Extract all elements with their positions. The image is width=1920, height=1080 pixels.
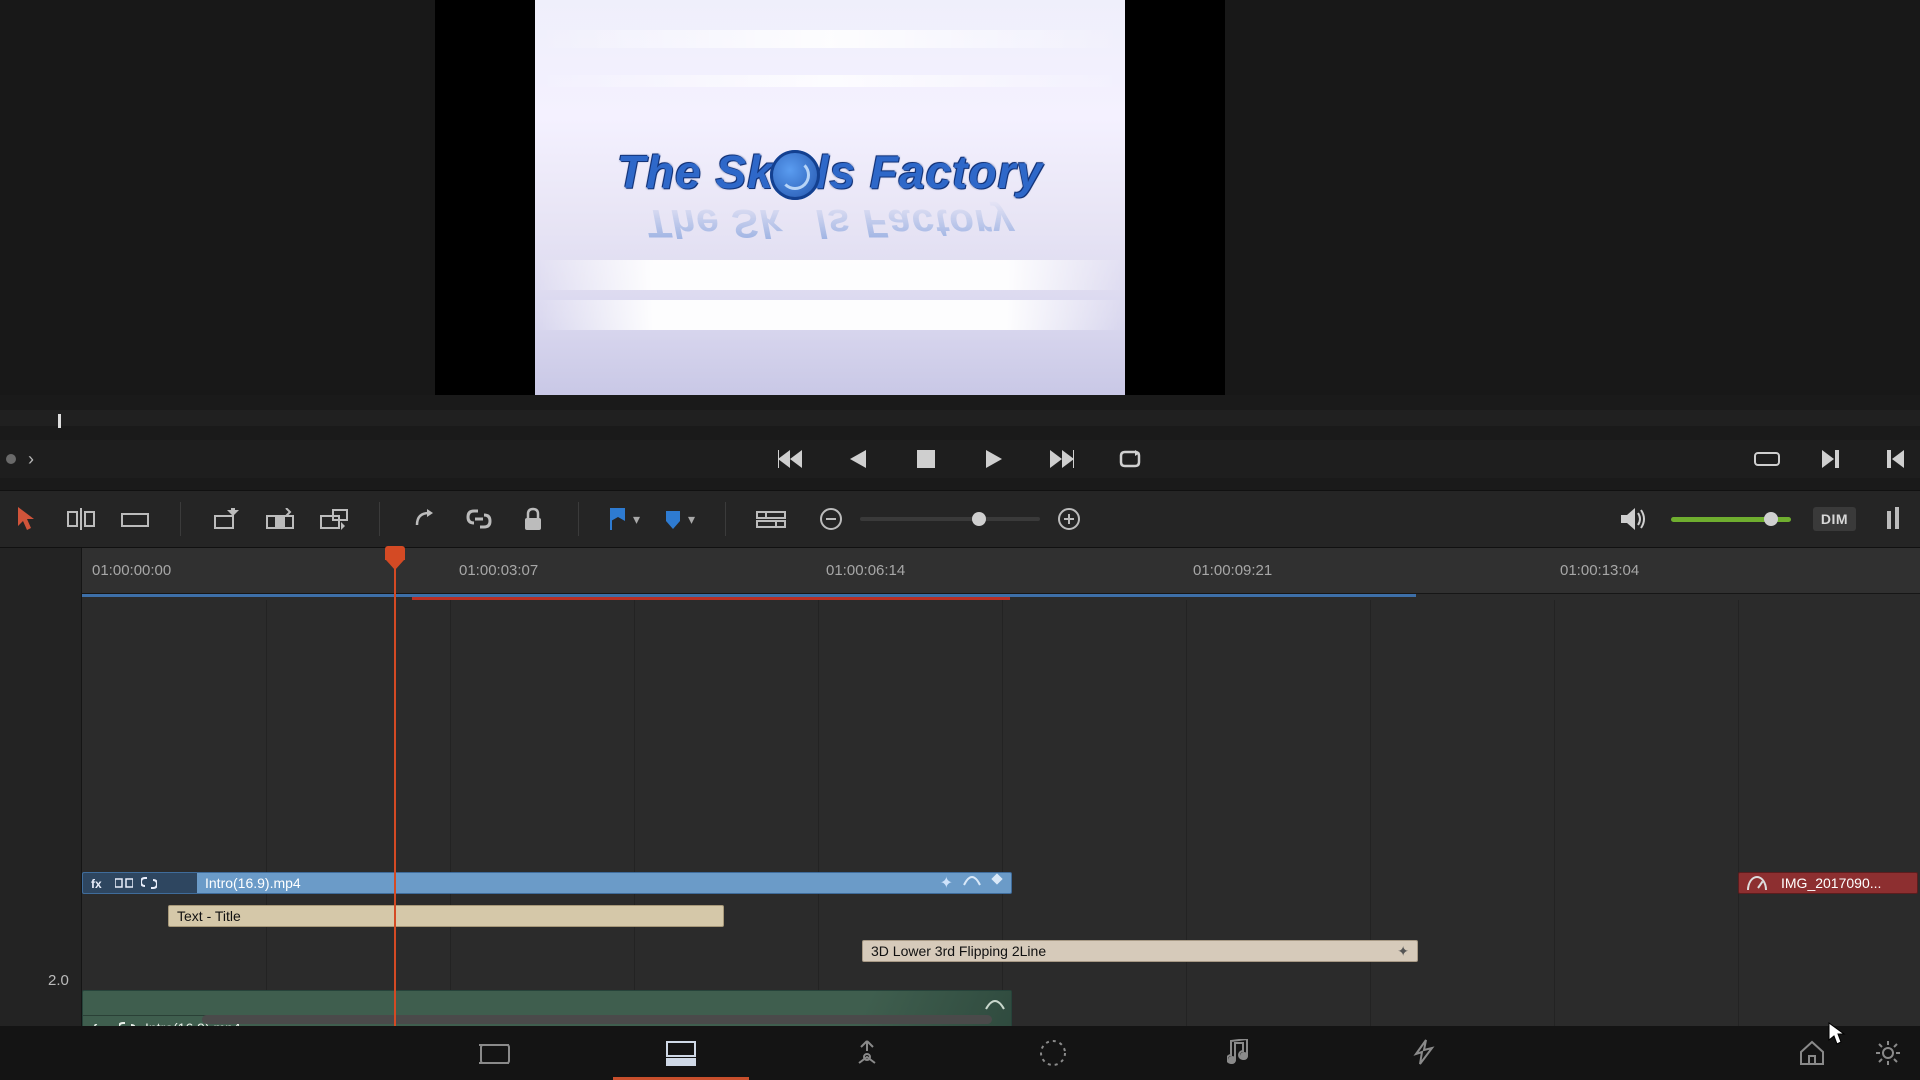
keyframe-icon [991, 873, 1003, 885]
play-button[interactable] [979, 444, 1009, 474]
playhead[interactable] [394, 548, 396, 1026]
selection-tool-icon[interactable] [12, 504, 42, 534]
svg-text:fx: fx [91, 877, 102, 890]
ruler-timecode: 01:00:06:14 [826, 562, 905, 579]
speaker-icon[interactable] [1619, 504, 1649, 534]
volume-slider[interactable] [1671, 517, 1791, 522]
prev-clip-button[interactable] [1880, 444, 1910, 474]
preview-logo: The Sk ls Factory [535, 145, 1125, 200]
stop-button[interactable] [911, 444, 941, 474]
dim-button[interactable]: DIM [1813, 507, 1856, 531]
fade-curve-icon[interactable] [985, 997, 1005, 1016]
media-page-icon[interactable] [477, 1035, 513, 1071]
mini-scrubber[interactable] [0, 410, 1920, 426]
marker-picker[interactable]: ▾ [664, 509, 695, 529]
logo-orb-icon [770, 150, 820, 200]
clip-label: 3D Lower 3rd Flipping 2Line [863, 943, 1046, 959]
link-icon[interactable] [464, 504, 494, 534]
zoom-in-icon[interactable] [1054, 504, 1084, 534]
timeline-view-icon[interactable] [756, 504, 786, 534]
curve-icon [963, 873, 981, 887]
clip-controls[interactable]: fx [83, 873, 197, 893]
edit-toolbar: ▾ ▾ DIM [0, 490, 1920, 548]
video-clip[interactable]: fx Intro(16.9).mp4 ✦ [82, 872, 1012, 894]
ruler-timecode: 01:00:13:04 [1560, 562, 1639, 579]
zoom-control[interactable] [816, 504, 1084, 534]
flag-icon [609, 508, 627, 530]
record-indicator-icon [6, 454, 16, 464]
preview-logo-reflection: The Sk ls Factory [535, 200, 1125, 247]
meters-icon[interactable] [1878, 504, 1908, 534]
logo-text-left: The Sk [617, 146, 774, 198]
logo-text-right: ls Factory [816, 146, 1043, 198]
dynamic-trim-icon[interactable] [410, 504, 440, 534]
step-back-button[interactable] [843, 444, 873, 474]
title-clip[interactable]: Text - Title [168, 905, 724, 927]
next-clip-button[interactable] [1816, 444, 1846, 474]
mouse-cursor-icon [1828, 1022, 1846, 1046]
ruler-timecode: 01:00:00:00 [92, 562, 171, 579]
match-frame-button[interactable] [1752, 444, 1782, 474]
clip-right-icons[interactable]: ✦ [940, 873, 1003, 893]
timeline-ruler[interactable]: 01:00:00:00 01:00:03:07 01:00:06:14 01:0… [82, 548, 1920, 594]
blade-tool-icon[interactable] [120, 504, 150, 534]
loop-button[interactable] [1115, 444, 1145, 474]
transport-bar: › [0, 440, 1920, 478]
retime-icon [115, 877, 133, 889]
viewer-area: The Sk ls Factory The Sk ls Factory [0, 0, 1920, 395]
speed-icon [1747, 876, 1767, 890]
go-first-button[interactable] [775, 444, 805, 474]
go-last-button[interactable] [1047, 444, 1077, 474]
overwrite-clip-icon[interactable] [265, 504, 295, 534]
chevron-down-icon: ▾ [633, 511, 640, 528]
fusion-page-icon[interactable] [849, 1035, 885, 1071]
track-headers[interactable]: 2.0 [0, 548, 82, 1026]
lock-icon[interactable] [518, 504, 548, 534]
ruler-timecode: 01:00:09:21 [1193, 562, 1272, 579]
insert-clip-icon[interactable] [211, 504, 241, 534]
settings-gear-icon[interactable] [1870, 1035, 1906, 1071]
horizontal-scrollbar[interactable] [202, 1015, 992, 1024]
home-icon[interactable] [1794, 1035, 1830, 1071]
edit-page-icon[interactable] [663, 1035, 699, 1071]
lower-third-clip[interactable]: 3D Lower 3rd Flipping 2Line ✦ [862, 940, 1418, 962]
tracks-area[interactable]: fx Intro(16.9).mp4 ✦ Text - Title 3D Low… [82, 600, 1920, 1026]
fairlight-page-icon[interactable] [1221, 1035, 1257, 1071]
marker-icon [664, 509, 682, 529]
mini-scrubber-playhead[interactable] [58, 414, 61, 428]
transition-in-icon: ✦ [940, 873, 953, 893]
zoom-out-icon[interactable] [816, 504, 846, 534]
trim-tool-icon[interactable] [66, 504, 96, 534]
zoom-slider[interactable] [860, 517, 1040, 521]
deliver-page-icon[interactable] [1407, 1035, 1443, 1071]
flag-picker[interactable]: ▾ [609, 508, 640, 530]
image-clip[interactable]: IMG_2017090... [1738, 872, 1918, 894]
audio-gain-label: 2.0 [48, 972, 69, 989]
clip-expand-icon[interactable]: ✦ [1397, 943, 1409, 960]
clip-label: IMG_2017090... [1773, 875, 1881, 891]
preview-frame[interactable]: The Sk ls Factory The Sk ls Factory [535, 0, 1125, 395]
replace-clip-icon[interactable] [319, 504, 349, 534]
link-icon [141, 876, 157, 890]
expand-chevron-icon[interactable]: › [28, 449, 34, 470]
chevron-down-icon: ▾ [688, 511, 695, 528]
timeline: 2.0 01:00:00:00 01:00:03:07 01:00:06:14 … [0, 548, 1920, 1026]
page-bar [0, 1026, 1920, 1080]
clip-label: Text - Title [169, 908, 241, 924]
clip-label: Intro(16.9).mp4 [197, 875, 301, 891]
color-page-icon[interactable] [1035, 1035, 1071, 1071]
fx-icon: fx [91, 876, 107, 890]
ruler-timecode: 01:00:03:07 [459, 562, 538, 579]
